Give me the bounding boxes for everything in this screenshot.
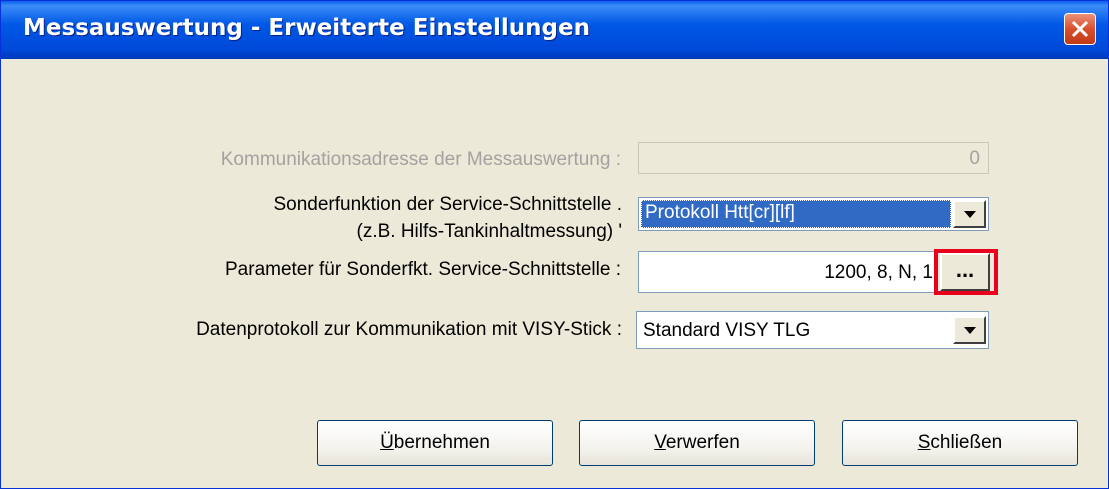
special-function-combo[interactable]: Protokoll Htt[cr][lf]: [638, 197, 989, 231]
discard-label-post: erwerfen: [665, 432, 740, 453]
apply-button[interactable]: Übernehmen: [317, 420, 553, 466]
comm-address-field: 0: [638, 142, 989, 174]
data-protocol-combo[interactable]: Standard VISY TLG: [636, 311, 989, 349]
params-field[interactable]: 1200, 8, N, 1: [638, 251, 938, 293]
chevron-down-icon: [964, 327, 976, 334]
close-button[interactable]: Schließen: [842, 420, 1078, 466]
special-function-label-line2: (z.B. Hilfs-Tankinhaltmessung) ': [356, 221, 623, 242]
special-function-value: Protokoll Htt[cr][lf]: [641, 200, 951, 228]
data-protocol-label: Datenprotokoll zur Kommunikation mit VIS…: [196, 319, 622, 340]
comm-address-value: 0: [969, 148, 980, 169]
discard-label-accel: V: [654, 432, 666, 453]
window-title: Messauswertung - Erweiterte Einstellunge…: [23, 15, 590, 41]
chevron-down-icon: [964, 211, 976, 218]
title-bar[interactable]: Messauswertung - Erweiterte Einstellunge…: [1, 1, 1108, 59]
dialog-window: Messauswertung - Erweiterte Einstellunge…: [0, 0, 1109, 489]
data-protocol-value: Standard VISY TLG: [643, 320, 811, 341]
discard-button[interactable]: Verwerfen: [579, 420, 815, 466]
close-window-button[interactable]: [1064, 13, 1096, 45]
params-value: 1200, 8, N, 1: [824, 262, 933, 283]
close-x-icon: [1071, 20, 1089, 38]
special-function-label-line1: Sonderfunktion der Service-Schnittstelle…: [273, 194, 622, 215]
apply-label-post: bernehmen: [393, 432, 490, 453]
comm-address-label: Kommunikationsadresse der Messauswertung…: [220, 149, 621, 170]
special-function-dropdown-button[interactable]: [953, 200, 986, 228]
close-label-accel: S: [917, 432, 931, 453]
apply-label-accel: Ü: [380, 432, 394, 453]
params-label: Parameter für Sonderfkt. Service-Schnitt…: [225, 259, 621, 280]
highlight-box: [934, 249, 998, 295]
close-label-post: chließen: [930, 432, 1003, 453]
data-protocol-dropdown-button[interactable]: [953, 316, 986, 344]
